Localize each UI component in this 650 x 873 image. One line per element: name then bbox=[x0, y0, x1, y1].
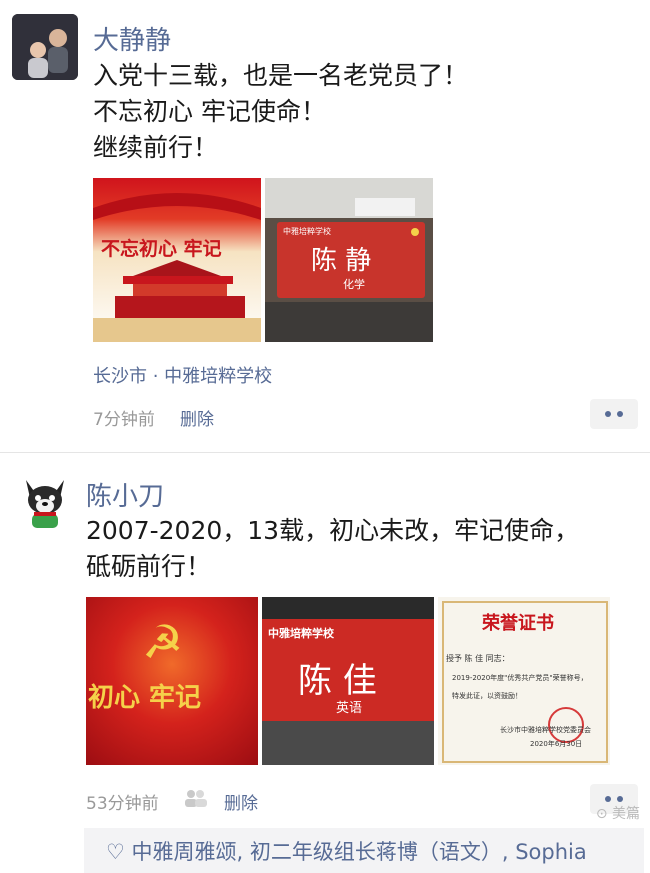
avatar[interactable] bbox=[12, 468, 78, 534]
party-emblem-icon bbox=[411, 228, 419, 236]
watermark: ⊙ 美篇 bbox=[595, 806, 640, 822]
delete-button[interactable]: 删除 bbox=[180, 405, 214, 430]
post-text-line: 2007-2020，13载，初心未改，牢记使命， bbox=[86, 516, 580, 545]
post-image[interactable]: 荣誉证书 授予 陈 佳 同志： 2019-2020年度"优秀共产党员"荣誉称号，… bbox=[438, 597, 610, 765]
dot-icon bbox=[605, 796, 611, 802]
hammer-sickle-icon: ☭ bbox=[142, 615, 184, 669]
nameplate-subject: 化学 bbox=[343, 278, 365, 291]
post-text-line: 砥砺前行！ bbox=[86, 552, 212, 581]
certificate-text: 授予 陈 佳 同志： bbox=[446, 654, 510, 663]
nameplate-subject: 英语 bbox=[336, 701, 363, 716]
certificate-text: 2020年6月30日 bbox=[530, 740, 583, 748]
post-text-line: 继续前行！ bbox=[93, 133, 219, 162]
nameplate-header: 中雅培粹学校 bbox=[268, 627, 334, 640]
poster-name[interactable]: 陈小刀 bbox=[86, 476, 164, 513]
avatar[interactable] bbox=[12, 14, 78, 80]
dot-icon bbox=[617, 796, 623, 802]
post-text-line: 入党十三载，也是一名老党员了！ bbox=[93, 61, 469, 90]
post-time: 53分钟前 bbox=[86, 794, 159, 814]
post-image[interactable]: 不忘初心 牢记 bbox=[93, 178, 261, 342]
delete-button[interactable]: 删除 bbox=[224, 789, 258, 814]
poster-name[interactable]: 大静静 bbox=[93, 20, 171, 57]
location-link[interactable]: 长沙市 · 中雅培粹学校 bbox=[93, 362, 272, 388]
nameplate-name: 陈 佳 bbox=[298, 661, 377, 701]
certificate-text: 特发此证，以资鼓励！ bbox=[452, 692, 522, 700]
certificate-title: 荣誉证书 bbox=[482, 613, 554, 634]
visibility-icon bbox=[182, 788, 208, 808]
dot-icon bbox=[605, 411, 611, 417]
post-image[interactable]: 中雅培粹学校 陈 静 化学 bbox=[265, 178, 433, 342]
more-options-button[interactable] bbox=[590, 399, 638, 429]
post-divider bbox=[0, 452, 650, 453]
likes-list[interactable]: ♡ 中雅周雅颂, 初二年级组长蒋博（语文）, Sophia bbox=[106, 836, 587, 866]
image-caption: 不忘初心 牢记 bbox=[101, 238, 222, 260]
dot-icon bbox=[617, 411, 623, 417]
post-time: 7分钟前 bbox=[93, 410, 155, 430]
post-image[interactable]: 中雅培粹学校 陈 佳 英语 bbox=[262, 597, 434, 765]
likes-bar: ♡ 中雅周雅颂, 初二年级组长蒋博（语文）, Sophia bbox=[84, 828, 644, 873]
nameplate-name: 陈 静 bbox=[311, 246, 372, 276]
post-text-line: 不忘初心 牢记使命！ bbox=[93, 97, 326, 126]
image-caption: 初心 牢记 bbox=[88, 683, 202, 713]
post-image[interactable]: ☭ 初心 牢记 bbox=[86, 597, 258, 765]
certificate-text: 2019-2020年度"优秀共产党员"荣誉称号， bbox=[452, 674, 588, 682]
nameplate-header: 中雅培粹学校 bbox=[283, 227, 331, 236]
certificate-text: 长沙市中雅培粹学校党委员会 bbox=[500, 726, 591, 734]
